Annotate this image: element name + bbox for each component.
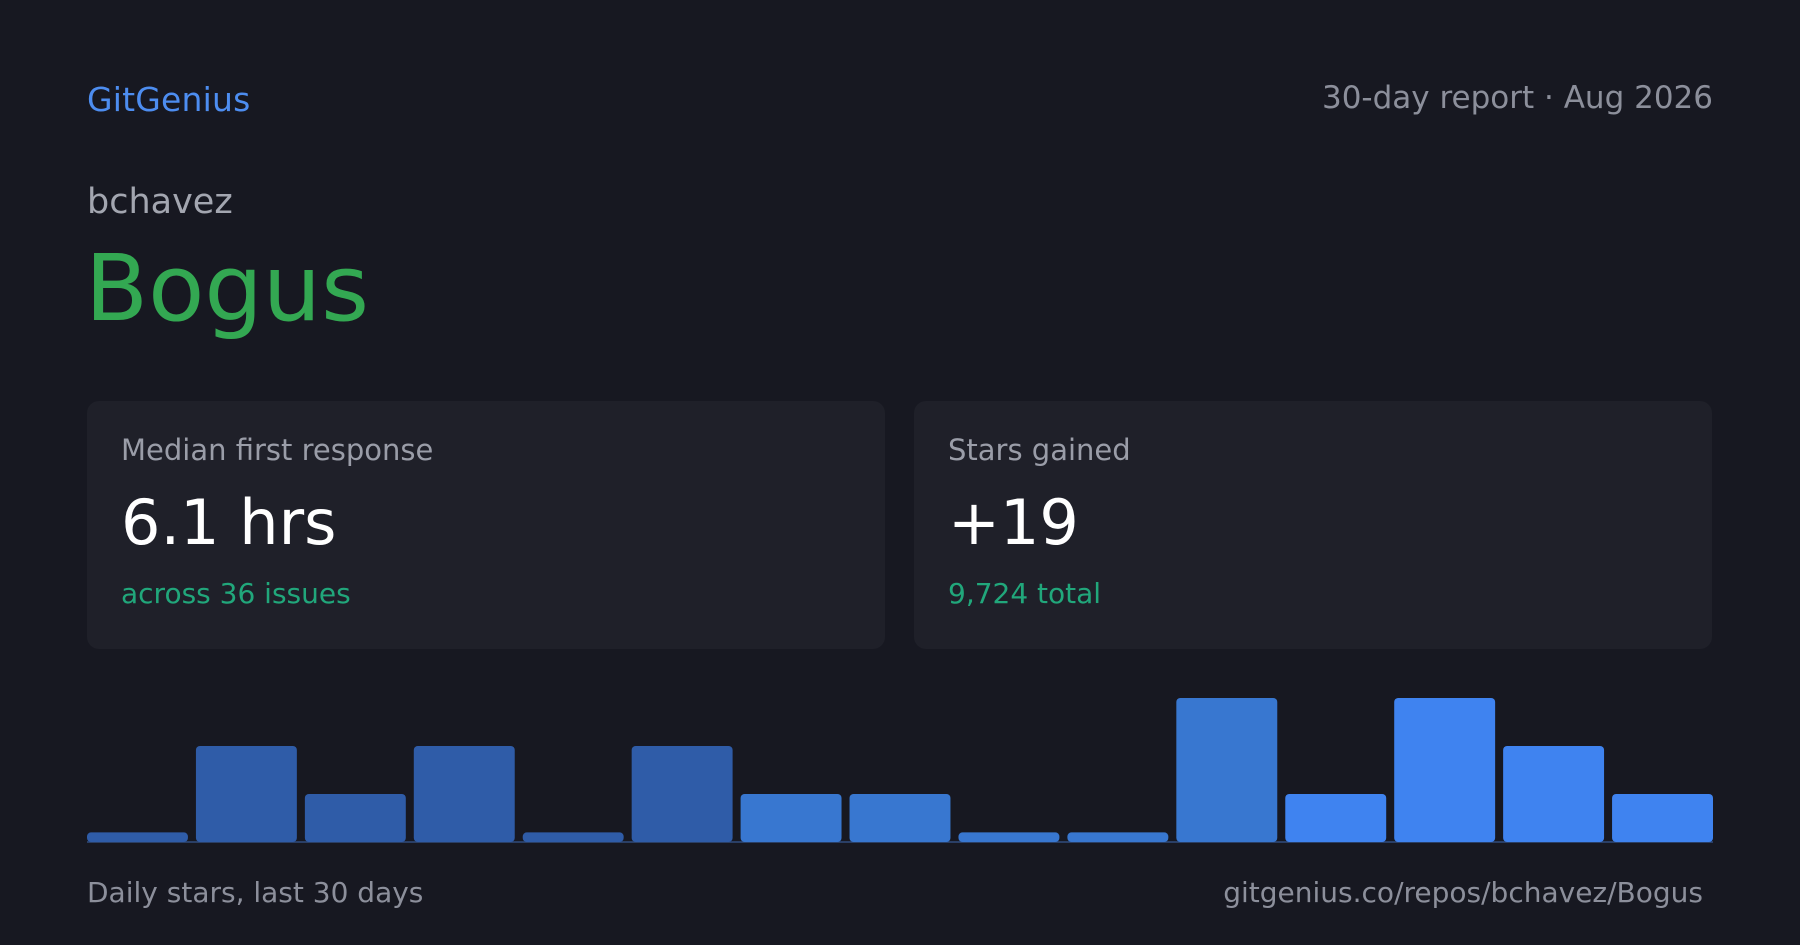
chart-bar-8 <box>849 794 951 842</box>
median-response-panel: Median first response 6.1 hrs across 36 … <box>87 401 885 649</box>
daily-stars-chart <box>87 698 1713 843</box>
stars-gained-value: +19 <box>948 486 1079 559</box>
chart-bar-10 <box>1067 832 1169 842</box>
stars-gained-label: Stars gained <box>948 433 1131 467</box>
chart-bar-15 <box>1612 794 1713 842</box>
report-card: GitGenius 30-day report · Aug 2026 bchav… <box>0 0 1800 945</box>
median-response-label: Median first response <box>121 433 434 467</box>
repo-owner: bchavez <box>87 182 233 222</box>
chart-bar-11 <box>1176 698 1278 842</box>
repo-url-link[interactable]: gitgenius.co/repos/bchavez/Bogus <box>1223 876 1703 909</box>
chart-bar-6 <box>631 746 733 842</box>
report-period-label: 30-day report · Aug 2026 <box>1321 80 1713 116</box>
chart-bar-1 <box>87 832 188 842</box>
chart-bar-12 <box>1285 794 1387 842</box>
stars-gained-panel: Stars gained +19 9,724 total <box>914 401 1712 649</box>
chart-bar-14 <box>1503 746 1605 842</box>
chart-bar-5 <box>522 832 624 842</box>
chart-bar-2 <box>195 746 297 842</box>
median-response-value: 6.1 hrs <box>121 486 337 559</box>
chart-bar-7 <box>740 794 842 842</box>
chart-bar-4 <box>413 746 515 842</box>
stars-total-sub: 9,724 total <box>948 577 1102 611</box>
chart-caption: Daily stars, last 30 days <box>87 876 424 909</box>
repo-name: Bogus <box>85 235 370 342</box>
chart-bar-13 <box>1394 698 1496 842</box>
brand-logo-text[interactable]: GitGenius <box>87 80 251 119</box>
median-response-sub: across 36 issues <box>121 577 351 611</box>
chart-bar-3 <box>304 794 406 842</box>
chart-bar-9 <box>958 832 1060 842</box>
